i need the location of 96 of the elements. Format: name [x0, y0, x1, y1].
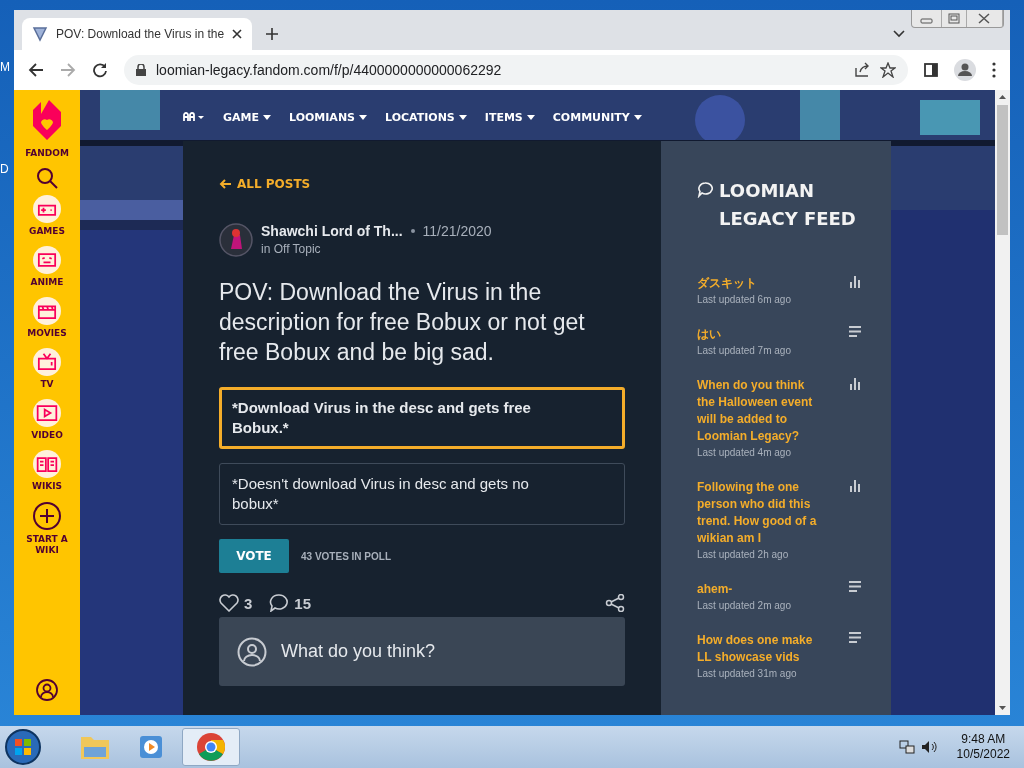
lock-icon [136, 64, 146, 76]
poll-option[interactable]: *Doesn't download Virus in desc and gets no bobux* [219, 463, 625, 525]
vote-count: 43 VOTES IN POLL [301, 550, 392, 562]
desktop-icon-label: M [0, 60, 10, 74]
movies-icon[interactable] [33, 297, 61, 325]
fandom-nav-icon[interactable] [183, 112, 205, 122]
feed-post-link[interactable]: ahem- [697, 581, 821, 598]
chevron-down-icon[interactable] [893, 30, 905, 38]
taskbar-button[interactable] [182, 728, 240, 766]
clock-time[interactable]: 9:48 AM [961, 732, 1006, 747]
address-bar[interactable]: loomian-legacy.fandom.com/f/p/4400000000000062292 [124, 55, 908, 85]
clock-date[interactable]: 10/5/2022 [956, 747, 1010, 762]
scrollbar[interactable] [995, 90, 1010, 715]
last-updated-text: Last updated 2h ago [697, 548, 790, 562]
bar-chart-icon [849, 377, 861, 390]
menu-icon[interactable] [992, 62, 996, 78]
new-tab-icon[interactable] [266, 28, 278, 40]
search-icon[interactable] [36, 167, 58, 189]
speech-bubble-icon [697, 182, 713, 198]
sidebar-label[interactable]: MOVIES [27, 328, 67, 339]
start-orb-icon[interactable] [4, 728, 42, 766]
feed-post-link[interactable]: Following the one person who did this trend. How good of a wikian am I [697, 479, 821, 547]
brand-label[interactable]: FANDOM [25, 148, 69, 159]
poll-option[interactable]: *Download Virus in the desc and gets free Bobux.* [219, 387, 625, 449]
caret-icon [263, 114, 271, 120]
comment-input[interactable]: What do you think? [279, 640, 607, 663]
avatar-icon[interactable] [219, 223, 253, 257]
speaker-icon[interactable] [920, 739, 937, 755]
arrow-left-icon [219, 179, 231, 189]
sidebar-label[interactable]: WIKIS [31, 481, 63, 492]
caret-icon [458, 114, 467, 120]
plus-circle-icon[interactable] [32, 501, 62, 531]
nav-menu-item[interactable]: GAME [223, 110, 271, 124]
last-updated-text: Last updated 7m ago [697, 344, 792, 358]
post-category[interactable]: in Off Topic [261, 242, 321, 256]
browser-tab[interactable]: POV: Download the Virus in the [22, 18, 252, 50]
separator-dot-icon [410, 229, 415, 233]
star-icon[interactable] [880, 62, 896, 78]
url-text: loomian-legacy.fandom.com/f/p/4400000000000062292 [156, 62, 502, 78]
heart-icon[interactable] [219, 594, 239, 612]
shield-icon [32, 26, 48, 42]
chrome-icon [196, 732, 226, 762]
back-arrow-icon[interactable] [28, 62, 44, 78]
all-posts-link[interactable]: ALL POSTS [219, 177, 311, 191]
feed-post-link[interactable]: When do you think the Halloween event will be added to Loomian Legacy? [697, 377, 821, 445]
nav-menu-item[interactable]: LOCATIONS [385, 110, 467, 124]
reload-icon[interactable] [92, 62, 108, 78]
text-lines-icon [849, 632, 861, 643]
post-date: 11/21/2020 [422, 223, 492, 239]
caret-icon [359, 114, 367, 120]
comment-field[interactable]: What do you think? [219, 617, 625, 686]
desktop-icon-label: D [0, 162, 9, 176]
sidebar-label[interactable]: TV [40, 379, 54, 390]
tab-title: POV: Download the Virus in the [56, 27, 224, 41]
side-panel-icon[interactable] [924, 63, 938, 77]
user-icon[interactable] [36, 679, 58, 701]
games-icon[interactable] [33, 195, 61, 223]
text-lines-icon [849, 581, 861, 592]
scroll-thumb[interactable] [997, 105, 1008, 235]
nav-menu-item[interactable]: COMMUNITY [552, 110, 642, 124]
sidebar-label[interactable]: GAMES [29, 226, 65, 237]
sidebar-label[interactable]: ANIME [30, 277, 64, 288]
play-icon [137, 733, 165, 761]
last-updated-text: Last updated 31m ago [697, 667, 798, 681]
caret-icon [633, 114, 642, 120]
post-title: POV: Download the Virus in the description for free Bobux or not get free Bobux and be big sad. [219, 278, 586, 367]
feed-title: LOOMIAN LEGACY FEED [719, 179, 857, 231]
close-icon[interactable] [232, 29, 242, 39]
profile-icon[interactable] [954, 59, 976, 81]
feed-post-link[interactable]: ダスキット [697, 275, 821, 292]
share-icon[interactable] [854, 62, 870, 78]
sidebar-label[interactable]: VIDEO [31, 430, 63, 441]
text-lines-icon [849, 326, 861, 337]
like-count: 3 [244, 594, 253, 612]
network-icon[interactable] [898, 739, 915, 755]
last-updated-text: Last updated 2m ago [697, 599, 792, 613]
caret-icon [526, 114, 535, 120]
bar-chart-icon [849, 275, 861, 288]
feed-post-link[interactable]: はい [697, 326, 821, 343]
last-updated-text: Last updated 6m ago [697, 293, 792, 307]
author-name[interactable]: Shawchi Lord of Th... [261, 223, 403, 239]
bar-chart-icon [849, 479, 861, 492]
tv-icon[interactable] [33, 348, 61, 376]
share-icon[interactable] [605, 594, 625, 612]
sidebar-label[interactable]: START A WIKI [17, 534, 77, 556]
user-icon [237, 636, 267, 667]
vote-button[interactable]: VOTE [219, 539, 289, 573]
wikis-icon[interactable] [33, 450, 61, 478]
comment-count: 15 [294, 594, 312, 612]
last-updated-text: Last updated 4m ago [697, 446, 792, 460]
speech-bubble-icon[interactable] [269, 594, 290, 612]
nav-menu-item[interactable]: LOOMIANS [289, 110, 367, 124]
nav-menu-item[interactable]: ITEMS [484, 110, 535, 124]
video-icon[interactable] [33, 399, 61, 427]
anime-icon[interactable] [33, 246, 61, 274]
feed-post-link[interactable]: How does one make LL showcase vids [697, 632, 821, 666]
